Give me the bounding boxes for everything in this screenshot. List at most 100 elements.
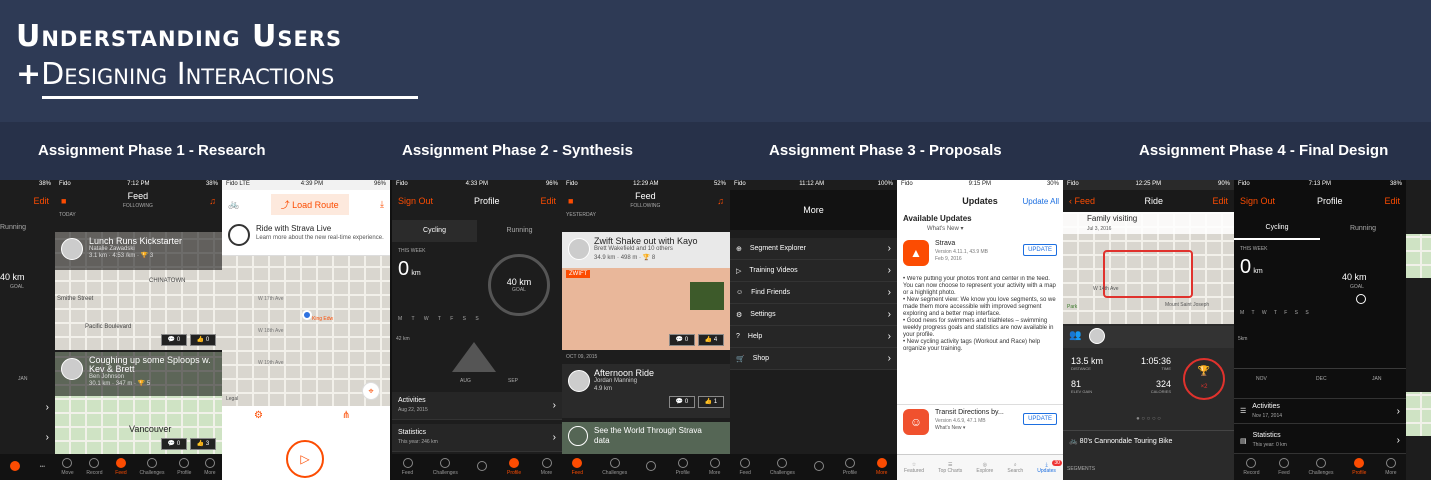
strava-app-icon[interactable]: ▲ bbox=[903, 240, 929, 266]
whats-new-link[interactable]: What's New ▾ bbox=[897, 225, 1063, 232]
tab-challenges[interactable]: Challenges bbox=[433, 458, 458, 476]
bike-icon[interactable]: 🚲 bbox=[228, 199, 239, 210]
menu-help[interactable]: ? Help › bbox=[730, 326, 897, 348]
tab-profile[interactable]: Profile bbox=[507, 458, 521, 476]
ride-map[interactable]: Family visiting Jul 3, 2016 W 14th Ave Mo… bbox=[1063, 212, 1234, 324]
chevron-right-icon[interactable]: › bbox=[46, 432, 49, 443]
avatar[interactable] bbox=[568, 370, 590, 392]
tab-feed[interactable]: Feed bbox=[1278, 458, 1290, 476]
update-button[interactable]: UPDATE bbox=[1023, 244, 1057, 256]
bike-row[interactable]: 🚲 80's Cannondale Touring Bike bbox=[1063, 430, 1234, 452]
activity-title[interactable]: Coughing up some Sploops w. Kev & Brett bbox=[89, 356, 216, 374]
legal-link[interactable]: Legal bbox=[226, 396, 238, 402]
chevron-right-icon[interactable]: › bbox=[46, 402, 49, 413]
avatar[interactable] bbox=[61, 238, 83, 260]
tab-challenges[interactable]: Challenges bbox=[602, 458, 627, 476]
tab-running[interactable]: Running bbox=[477, 220, 562, 242]
route-icon[interactable]: ⋔ bbox=[342, 410, 350, 421]
menu-training-videos[interactable]: ▷ Training Videos › bbox=[730, 260, 897, 282]
tab-cycling[interactable]: Cycling bbox=[1234, 218, 1320, 240]
activity-author[interactable]: Brett Wakefield and 10 others bbox=[594, 246, 673, 252]
bell-icon[interactable]: ♫ bbox=[717, 196, 724, 206]
edit-button[interactable]: Edit bbox=[1212, 196, 1228, 206]
record-icon[interactable]: ■ bbox=[61, 196, 66, 206]
edit-button[interactable]: Edit bbox=[1384, 196, 1400, 206]
comment-button[interactable]: 💬 0 bbox=[161, 334, 187, 346]
record-icon[interactable]: ■ bbox=[568, 196, 573, 206]
tab-move[interactable]: Move bbox=[61, 458, 74, 476]
tab-profile[interactable]: Profile bbox=[177, 458, 191, 476]
menu-shop[interactable]: 🛒 Shop › bbox=[730, 348, 897, 370]
activity-map-1[interactable]: Lunch Runs Kickstarter Natalie Zawadski … bbox=[55, 232, 222, 350]
activity-photo[interactable] bbox=[690, 282, 724, 310]
activity-title[interactable]: Afternoon Ride bbox=[594, 368, 654, 378]
tab-feed[interactable]: Feed bbox=[739, 458, 751, 476]
tab-running[interactable]: Running bbox=[0, 224, 26, 231]
tab-feed[interactable]: Feed bbox=[402, 458, 413, 476]
update-button[interactable]: UPDATE bbox=[1023, 413, 1057, 425]
tab-feed[interactable]: Feed bbox=[572, 458, 583, 476]
tab-more[interactable]: ••• bbox=[40, 464, 45, 470]
feed-title[interactable]: Feed bbox=[128, 191, 149, 201]
statistics-row[interactable]: Statistics This year: 246 km › bbox=[392, 424, 562, 452]
menu-segment-explorer[interactable]: ⊕ Segment Explorer › bbox=[730, 238, 897, 260]
kudos-button[interactable]: 👍 1 bbox=[698, 396, 724, 408]
whats-new-link[interactable]: What's New ▾ bbox=[935, 425, 965, 431]
statistics-row[interactable]: ▤ Statistics This year: 0 km › bbox=[1234, 428, 1406, 454]
sign-out-button[interactable]: Sign Out bbox=[398, 196, 433, 206]
route-map[interactable]: W 17th Ave W 18th Ave W 19th Ave King Ed… bbox=[222, 256, 390, 406]
kudos-button[interactable]: 👍 4 bbox=[698, 334, 724, 346]
tab-record[interactable]: Record bbox=[86, 458, 103, 476]
tab-challenges[interactable]: Challenges bbox=[139, 458, 164, 476]
trophy-icon[interactable]: 🏆 ×2 bbox=[1183, 358, 1225, 400]
tab-more[interactable]: More bbox=[876, 458, 887, 476]
athletes-icon[interactable]: 👥 bbox=[1069, 330, 1081, 341]
tab-profile[interactable]: Profile bbox=[676, 458, 690, 476]
activity-author[interactable]: Jordan Manning bbox=[594, 378, 637, 384]
activity-title[interactable]: Zwift Shake out with Kayo bbox=[594, 236, 698, 246]
tab-challenges[interactable]: Challenges bbox=[770, 458, 795, 476]
tab-profile[interactable]: Profile bbox=[1352, 458, 1366, 476]
tab-more[interactable]: More bbox=[709, 458, 720, 476]
comment-button[interactable]: 💬 0 bbox=[161, 438, 187, 450]
activity-card-header[interactable]: Lunch Runs Kickstarter Natalie Zawadski … bbox=[55, 232, 222, 270]
promo-card[interactable]: See the World Through Strava data bbox=[562, 422, 730, 454]
tab-record[interactable] bbox=[477, 461, 488, 473]
tab-more[interactable]: More bbox=[541, 458, 552, 476]
tab-updates[interactable]: ⤓ Updates 30 bbox=[1037, 459, 1062, 474]
tab-challenges[interactable]: Challenges bbox=[1308, 458, 1333, 476]
tab-more[interactable]: More bbox=[1385, 458, 1397, 476]
tab-profile[interactable]: Profile bbox=[843, 458, 857, 476]
sign-out-button[interactable]: Sign Out bbox=[1240, 196, 1275, 206]
menu-settings[interactable]: ⚙ Settings › bbox=[730, 304, 897, 326]
transit-app-icon[interactable]: ☺ bbox=[903, 409, 929, 435]
tab-search[interactable]: ⌕ Search bbox=[1007, 462, 1023, 474]
comment-button[interactable]: 💬 0 bbox=[669, 334, 695, 346]
tab-profile[interactable] bbox=[9, 461, 20, 473]
kudos-button[interactable]: 👍 0 bbox=[190, 334, 216, 346]
edit-button[interactable]: Edit bbox=[540, 196, 556, 206]
activity-map-2[interactable]: Coughing up some Sploops w. Kev & Brett … bbox=[55, 352, 222, 454]
activity-title[interactable]: Lunch Runs Kickstarter bbox=[89, 236, 216, 246]
back-button[interactable]: ‹ Feed bbox=[1069, 196, 1095, 206]
menu-find-friends[interactable]: ☺ Find Friends › bbox=[730, 282, 897, 304]
tab-featured[interactable]: ☆ Featured bbox=[904, 462, 924, 474]
edit-button[interactable]: Edit bbox=[33, 196, 49, 206]
page-dots[interactable]: ● ○ ○ ○ ○ bbox=[1063, 416, 1234, 422]
start-record-button[interactable]: ▷ bbox=[286, 440, 324, 478]
avatar[interactable] bbox=[568, 238, 590, 260]
comment-button[interactable]: 💬 0 bbox=[669, 396, 695, 408]
activities-row[interactable]: ☰ Activities Nov 17, 2014 › bbox=[1234, 398, 1406, 424]
activity-card-header[interactable]: Coughing up some Sploops w. Kev & Brett … bbox=[55, 352, 222, 396]
feed-title[interactable]: Feed bbox=[635, 191, 656, 201]
tab-top-charts[interactable]: ☰ Top Charts bbox=[938, 462, 962, 474]
tab-more[interactable]: More bbox=[204, 458, 216, 476]
avatar[interactable] bbox=[61, 358, 83, 380]
load-route-button[interactable]: ⤴ Load Route bbox=[270, 193, 349, 215]
tab-cycling[interactable]: Cycling bbox=[392, 220, 477, 242]
update-all-button[interactable]: Update All bbox=[1023, 197, 1059, 206]
activity-card-1[interactable]: Zwift Shake out with Kayo Brett Wakefiel… bbox=[562, 232, 730, 350]
avatar[interactable] bbox=[1089, 328, 1105, 344]
tab-record[interactable] bbox=[813, 461, 824, 473]
download-icon[interactable]: ⤓ bbox=[380, 199, 384, 210]
